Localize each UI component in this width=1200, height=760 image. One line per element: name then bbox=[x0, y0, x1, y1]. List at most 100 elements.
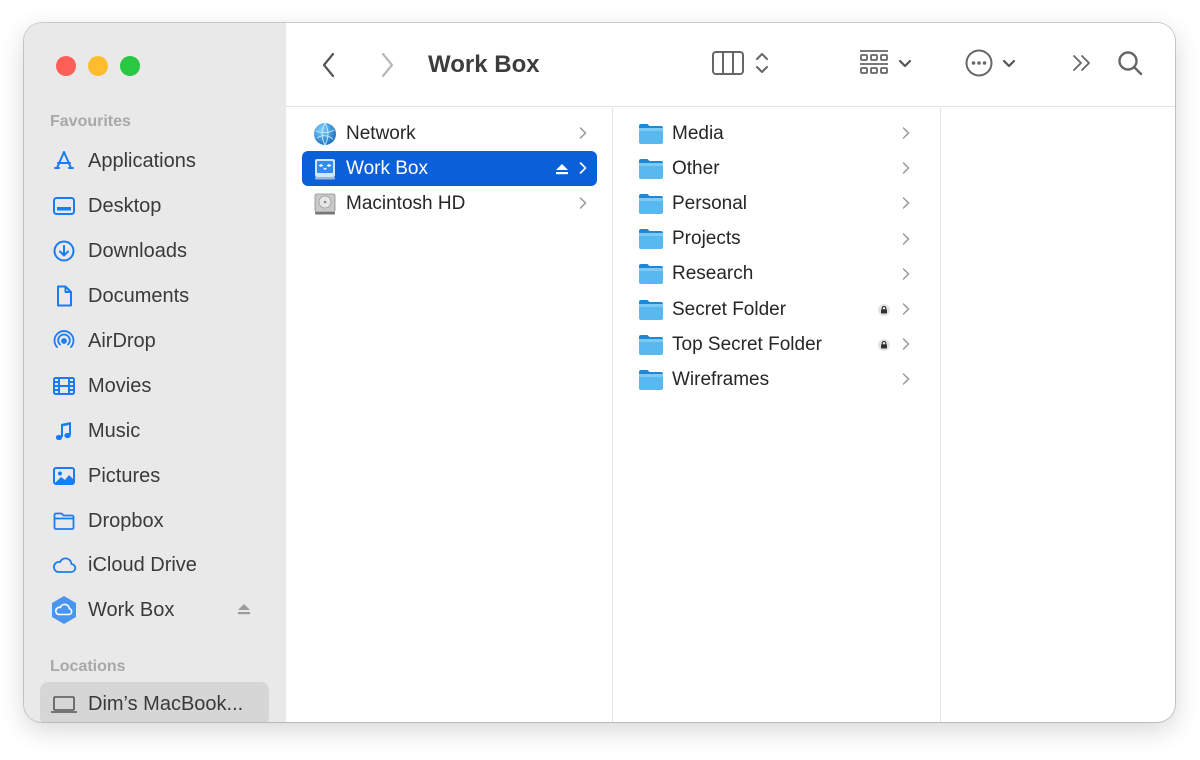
sidebar-item-dropbox[interactable]: Dropbox bbox=[40, 502, 269, 540]
zoom-button[interactable] bbox=[120, 56, 140, 76]
hard-drive-icon bbox=[312, 191, 338, 217]
sidebar-item-documents[interactable]: Documents bbox=[40, 277, 269, 315]
column-item-macintosh-hd[interactable]: Macintosh HD bbox=[302, 186, 597, 221]
main-area: Work Box Network Work Box Macintosh HD M… bbox=[286, 23, 1175, 722]
workbox-drive-icon bbox=[312, 156, 338, 182]
folder-icon bbox=[50, 507, 78, 535]
sidebar-item-music[interactable]: Music bbox=[40, 412, 269, 450]
column-3 bbox=[942, 108, 1175, 722]
toolbar: Work Box bbox=[286, 23, 1175, 107]
folder-icon bbox=[638, 226, 664, 252]
chevron-right-icon bbox=[579, 126, 587, 145]
chevron-up-down-icon bbox=[755, 51, 769, 80]
forward-button[interactable] bbox=[378, 49, 396, 81]
sidebar-item-label: Music bbox=[88, 419, 141, 442]
workbox-icon bbox=[50, 596, 78, 624]
folder-label: Secret Folder bbox=[672, 298, 787, 320]
chevron-right-icon bbox=[579, 161, 587, 180]
action-menu-button[interactable] bbox=[964, 49, 1016, 81]
folder-label: Research bbox=[672, 263, 754, 285]
sidebar-item-work-box[interactable]: Work Box bbox=[40, 591, 269, 629]
sidebar-item-label: Applications bbox=[88, 149, 196, 172]
column-view-icon bbox=[711, 50, 745, 81]
folder-icon bbox=[638, 191, 664, 217]
chevron-right-icon bbox=[902, 161, 910, 180]
applications-icon bbox=[50, 147, 78, 175]
sidebar-item-applications[interactable]: Applications bbox=[40, 142, 269, 180]
lock-icon bbox=[878, 338, 890, 356]
folder-row[interactable]: Top Secret Folder bbox=[638, 327, 920, 362]
group-by-icon bbox=[858, 49, 890, 82]
minimize-button[interactable] bbox=[88, 56, 108, 76]
sidebar-item-macbook[interactable]: Dim’s MacBook... bbox=[40, 682, 269, 722]
desktop-icon bbox=[50, 192, 78, 220]
sidebar-item-label: Work Box bbox=[88, 598, 175, 621]
eject-button[interactable] bbox=[555, 162, 569, 181]
chevron-right-icon bbox=[579, 196, 587, 215]
window-controls bbox=[56, 56, 140, 76]
column-item-work-box[interactable]: Work Box bbox=[302, 151, 597, 186]
toolbar-overflow-button[interactable] bbox=[1070, 49, 1094, 81]
lock-icon bbox=[878, 303, 890, 321]
sidebar-item-label: Documents bbox=[88, 284, 190, 307]
eject-button[interactable] bbox=[237, 602, 251, 621]
folder-icon bbox=[638, 332, 664, 358]
folder-label: Top Secret Folder bbox=[672, 333, 822, 355]
sidebar-item-movies[interactable]: Movies bbox=[40, 367, 269, 405]
chevron-right-icon bbox=[902, 337, 910, 356]
sidebar-item-label: Desktop bbox=[88, 194, 162, 217]
sidebar-item-pictures[interactable]: Pictures bbox=[40, 457, 269, 495]
column-item-label: Macintosh HD bbox=[346, 192, 466, 214]
sidebar-item-label: AirDrop bbox=[88, 329, 156, 352]
sidebar-item-label: Dim’s MacBook... bbox=[88, 692, 244, 715]
folder-row[interactable]: Personal bbox=[638, 186, 920, 221]
folder-icon bbox=[638, 297, 664, 323]
close-button[interactable] bbox=[56, 56, 76, 76]
group-by-button[interactable] bbox=[858, 49, 912, 81]
folder-row[interactable]: Research bbox=[638, 257, 920, 292]
documents-icon bbox=[50, 282, 78, 310]
downloads-icon bbox=[50, 237, 78, 265]
favourites-section-label: Favourites bbox=[50, 113, 131, 130]
folder-row[interactable]: Other bbox=[638, 151, 920, 186]
search-icon bbox=[1116, 49, 1144, 82]
folder-row[interactable]: Media bbox=[638, 116, 920, 151]
sidebar-item-desktop[interactable]: Desktop bbox=[40, 187, 269, 225]
folder-icon bbox=[638, 261, 664, 287]
chevron-down-icon bbox=[898, 56, 912, 74]
network-icon bbox=[312, 121, 338, 147]
folder-row[interactable]: Secret Folder bbox=[638, 292, 920, 327]
column-2: Media Other Personal Projects Research Secret… bbox=[614, 108, 941, 722]
pictures-icon bbox=[50, 462, 78, 490]
folder-row[interactable]: Projects bbox=[638, 222, 920, 257]
laptop-icon bbox=[50, 690, 78, 718]
double-chevron-right-icon bbox=[1070, 52, 1094, 79]
sidebar-item-label: Downloads bbox=[88, 239, 187, 262]
window-title: Work Box bbox=[428, 51, 540, 78]
column-item-label: Work Box bbox=[346, 157, 429, 179]
airdrop-icon bbox=[50, 327, 78, 355]
chevron-right-icon bbox=[902, 372, 910, 391]
chevron-right-icon bbox=[902, 302, 910, 321]
folder-label: Personal bbox=[672, 192, 747, 214]
sidebar-item-airdrop[interactable]: AirDrop bbox=[40, 322, 269, 360]
chevron-right-icon bbox=[902, 126, 910, 145]
search-button[interactable] bbox=[1116, 49, 1144, 81]
folder-label: Other bbox=[672, 157, 720, 179]
column-1: Network Work Box Macintosh HD bbox=[286, 108, 613, 722]
folder-icon bbox=[638, 367, 664, 393]
icloud-icon bbox=[50, 551, 78, 579]
back-button[interactable] bbox=[320, 49, 338, 81]
locations-section-label: Locations bbox=[50, 658, 126, 675]
folder-row[interactable]: Wireframes bbox=[638, 362, 920, 397]
sidebar-item-icloud-drive[interactable]: iCloud Drive bbox=[40, 546, 269, 584]
folder-label: Wireframes bbox=[672, 368, 770, 390]
sidebar-item-label: Pictures bbox=[88, 464, 161, 487]
folder-icon bbox=[638, 156, 664, 182]
sidebar: Favourites Applications Desktop Download… bbox=[24, 23, 286, 722]
view-mode-button[interactable] bbox=[711, 49, 769, 81]
chevron-right-icon bbox=[902, 232, 910, 251]
column-item-network[interactable]: Network bbox=[302, 116, 597, 151]
music-icon bbox=[50, 417, 78, 445]
sidebar-item-downloads[interactable]: Downloads bbox=[40, 232, 269, 270]
